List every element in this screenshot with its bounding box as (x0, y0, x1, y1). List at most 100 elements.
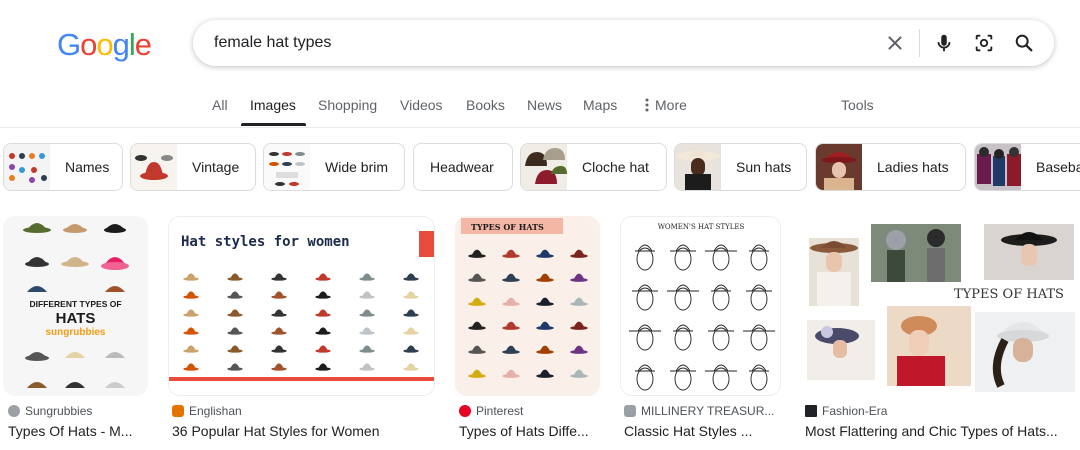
search-icon[interactable] (1004, 20, 1044, 66)
result-thumbnail[interactable]: TYPES OF HATS (801, 216, 1080, 396)
hat-brim (502, 302, 520, 306)
result-source[interactable]: Pinterest (459, 404, 523, 418)
hat-brim (502, 350, 520, 354)
result-title[interactable]: Most Flattering and Chic Types of Hats..… (805, 423, 1075, 439)
favicon-icon (624, 405, 636, 417)
chip-label: Sun hats (736, 159, 792, 175)
chip-label: Ladies hats (877, 159, 949, 175)
image-result[interactable]: TYPES OF HATS Fashion-Era Most Flatterin… (801, 216, 1080, 439)
clear-icon[interactable] (875, 20, 915, 66)
chip-vintage[interactable]: Vintage (130, 143, 256, 191)
hat-brim (403, 331, 419, 335)
hat-brim (536, 350, 554, 354)
image-heading: TYPES OF HATS (954, 287, 1064, 302)
chip-thumbnail (975, 144, 1021, 190)
hat-brim (183, 349, 199, 353)
image-result[interactable]: Hat styles for women Englishan 36 Popula… (168, 216, 435, 439)
result-title[interactable]: Types of Hats Diffe... (459, 423, 604, 439)
tab-news[interactable]: News (527, 97, 562, 113)
hat-brim (271, 331, 287, 335)
lens-icon[interactable] (964, 20, 1004, 66)
tools-button[interactable]: Tools (841, 97, 874, 113)
chip-ladies-hats[interactable]: Ladies hats (815, 143, 966, 191)
chip-wide-brim[interactable]: Wide brim (263, 143, 405, 191)
search-input[interactable] (214, 34, 854, 52)
chip-baseball[interactable]: Baseba (974, 143, 1080, 191)
active-tab-indicator (241, 123, 306, 126)
hat-brim (183, 295, 199, 299)
result-source[interactable]: Sungrubbies (8, 404, 92, 418)
chip-label: Baseba (1036, 159, 1080, 175)
chip-label: Wide brim (325, 159, 389, 175)
result-source[interactable]: Fashion-Era (805, 404, 887, 418)
result-source[interactable]: Englishan (172, 404, 242, 418)
hat-grid-graphic: TYPES OF HATS (461, 218, 588, 378)
chip-thumbnail (264, 144, 310, 190)
hat-brim (271, 349, 287, 353)
result-thumbnail[interactable]: TYPES OF HATS (455, 216, 600, 396)
chip-cloche-hat[interactable]: Cloche hat (520, 143, 667, 191)
search-tabs: All Images Shopping Videos Books News Ma… (0, 87, 1080, 128)
chip-label: Vintage (192, 159, 240, 175)
hat-brim (536, 302, 554, 306)
source-name: Sungrubbies (25, 404, 93, 418)
hat-brim (315, 331, 331, 335)
chip-label: Cloche hat (582, 159, 649, 175)
hat-grid-graphic: Hat styles for women (169, 231, 434, 381)
hat-brim (403, 367, 419, 371)
hat-brim (468, 350, 486, 354)
hat-brim (403, 313, 419, 317)
hat-brim (536, 278, 554, 282)
search-box[interactable] (193, 20, 1054, 66)
hat-brim (183, 331, 199, 335)
hat-brim (227, 277, 243, 281)
result-source[interactable]: MILLINERY TREASUR... (624, 404, 774, 418)
hat-brim (502, 374, 520, 378)
chip-sun-hats[interactable]: Sun hats (674, 143, 807, 191)
result-thumbnail[interactable]: DIFFERENT TYPES OF HATS sungrubbies (3, 216, 148, 396)
hat-brim (570, 254, 588, 258)
tab-all[interactable]: All (212, 97, 228, 113)
result-title[interactable]: 36 Popular Hat Styles for Women (172, 423, 435, 439)
hat-brim (227, 367, 243, 371)
tab-more[interactable]: More (645, 97, 687, 115)
more-vert-icon (645, 98, 649, 115)
hat-brim (315, 277, 331, 281)
tab-maps[interactable]: Maps (583, 97, 617, 113)
hat-brim (183, 277, 199, 281)
hat-brim (315, 295, 331, 299)
hat-brim (502, 326, 520, 330)
source-name: Fashion-Era (822, 404, 888, 418)
hat-brim (227, 313, 243, 317)
tab-more-label: More (655, 97, 687, 113)
chip-headwear[interactable]: Headwear (413, 143, 513, 191)
hat-grid-graphic: DIFFERENT TYPES OF HATS sungrubbies (23, 223, 129, 388)
result-thumbnail[interactable]: Hat styles for women (168, 216, 435, 396)
google-logo[interactable]: Google (57, 27, 152, 63)
search-divider (919, 29, 920, 57)
logo-letter: g (112, 27, 130, 62)
result-title[interactable]: Types Of Hats - M... (8, 423, 148, 439)
tab-images[interactable]: Images (250, 97, 296, 113)
result-title[interactable]: Classic Hat Styles ... (624, 423, 781, 439)
result-thumbnail[interactable]: WOMEN'S HAT STYLES (620, 216, 781, 396)
mic-icon[interactable] (924, 20, 964, 66)
favicon-icon (8, 405, 20, 417)
image-result[interactable]: DIFFERENT TYPES OF HATS sungrubbies Sung… (3, 216, 148, 439)
source-name: MILLINERY TREASUR... (641, 404, 775, 418)
hat-brim (227, 349, 243, 353)
tab-videos[interactable]: Videos (400, 97, 443, 113)
hat-brim (183, 367, 199, 371)
image-result[interactable]: WOMEN'S HAT STYLES MILLINERY TREASUR... … (620, 216, 781, 439)
chip-names[interactable]: Names (3, 143, 123, 191)
image-result[interactable]: TYPES OF HATS Pinterest Types of Hats Di… (455, 216, 600, 439)
chip-thumbnail (4, 144, 50, 190)
hat-brim (502, 278, 520, 282)
hat-brim (468, 278, 486, 282)
hat-brim (536, 374, 554, 378)
hat-brim (502, 254, 520, 258)
source-name: Pinterest (476, 404, 524, 418)
hat-brim (468, 326, 486, 330)
tab-shopping[interactable]: Shopping (318, 97, 377, 113)
tab-books[interactable]: Books (466, 97, 505, 113)
